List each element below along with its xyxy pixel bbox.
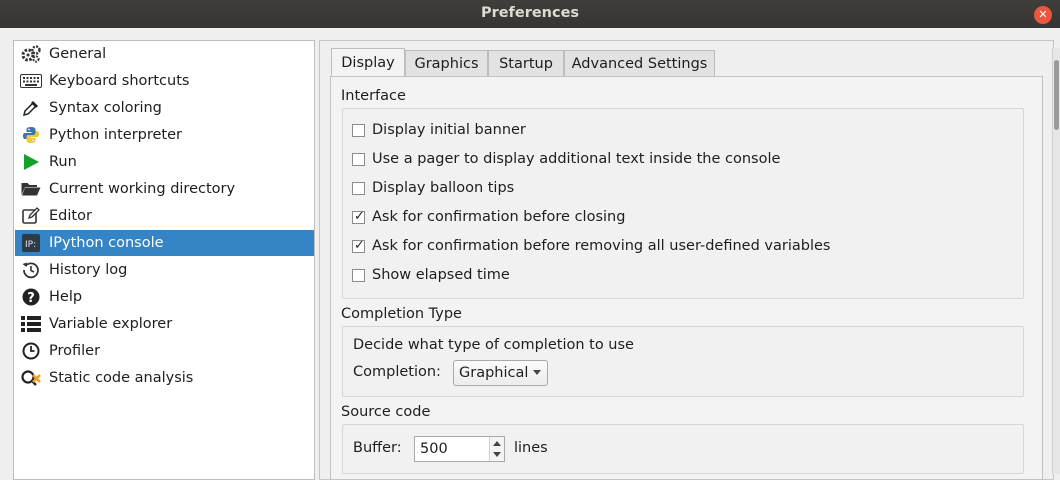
sidebar-item-label: Run — [49, 154, 77, 170]
spin-up-icon[interactable] — [493, 441, 501, 446]
sidebar-item-python-interpreter[interactable]: Python interpreter — [15, 122, 314, 148]
spin-buttons[interactable] — [489, 437, 504, 461]
checkbox[interactable] — [352, 123, 365, 137]
checkbox-label: Display initial banner — [372, 122, 526, 138]
sidebar-item-keyboard-shortcuts[interactable]: Keyboard shortcuts — [15, 68, 314, 94]
option-show-elapsed-time[interactable]: Show elapsed time — [352, 264, 510, 286]
buffer-value: 500 — [420, 441, 448, 457]
completion-type-select[interactable]: Graphical — [453, 360, 548, 386]
sidebar-item-run[interactable]: Run — [15, 149, 314, 175]
buffer-spinbox[interactable]: 500 — [414, 436, 505, 462]
chevron-down-icon — [533, 370, 541, 375]
checkbox-label: Ask for confirmation before removing all… — [372, 238, 831, 254]
sidebar-item-static-code-analysis[interactable]: Static code analysis — [15, 365, 314, 391]
option-display-initial-banner[interactable]: Display initial banner — [352, 119, 526, 141]
completion-label: Completion: — [353, 364, 441, 380]
spin-down-icon[interactable] — [493, 452, 501, 457]
checkbox-label: Use a pager to display additional text i… — [372, 151, 781, 167]
preferences-sidebar: General Keyboard shortcuts Syntax colori… — [13, 40, 315, 480]
keyboard-icon — [20, 71, 42, 91]
checkbox-label: Display balloon tips — [372, 180, 515, 196]
checkbox-label: Show elapsed time — [372, 267, 510, 283]
buffer-label: Buffer: — [353, 440, 402, 456]
sidebar-item-general[interactable]: General — [15, 41, 314, 67]
sidebar-item-editor[interactable]: Editor — [15, 203, 314, 229]
edit-icon — [20, 206, 42, 226]
sidebar-item-label: Editor — [49, 208, 92, 224]
checkbox[interactable] — [352, 152, 365, 166]
svg-text:?: ? — [27, 291, 35, 306]
sidebar-item-label: History log — [49, 262, 128, 278]
close-icon: ✕ — [1038, 8, 1048, 21]
checkbox[interactable] — [352, 181, 365, 195]
checkmark-icon: ✓ — [354, 208, 365, 224]
tab-startup[interactable]: Startup — [488, 50, 564, 76]
tab-display[interactable]: Display — [331, 48, 405, 77]
option-confirm-remove-variables[interactable]: ✓ Ask for confirmation before removing a… — [352, 235, 830, 257]
sidebar-item-label: Keyboard shortcuts — [49, 73, 190, 89]
source-code-section-title: Source code — [341, 404, 431, 420]
checkbox[interactable]: ✓ — [352, 237, 365, 253]
checkbox-label: Ask for confirmation before closing — [372, 209, 626, 225]
sidebar-item-profiler[interactable]: Profiler — [15, 338, 314, 364]
svg-text:IP:: IP: — [25, 240, 36, 250]
clock-icon — [20, 341, 42, 361]
ipython-icon: IP: — [20, 233, 42, 253]
option-balloon-tips[interactable]: Display balloon tips — [352, 177, 514, 199]
history-icon — [20, 260, 42, 280]
play-icon — [20, 152, 42, 172]
tab-advanced-settings[interactable]: Advanced Settings — [564, 50, 715, 76]
completion-section-title: Completion Type — [341, 306, 462, 322]
sidebar-item-label: Help — [49, 289, 83, 305]
interface-section-title: Interface — [341, 88, 406, 104]
sidebar-item-help[interactable]: ? Help — [15, 284, 314, 310]
sidebar-item-label: Static code analysis — [49, 370, 194, 386]
sidebar-item-label: Current working directory — [49, 181, 236, 197]
eyedropper-icon — [20, 98, 42, 118]
tab-label: Display — [341, 55, 395, 71]
sidebar-item-ipython-console[interactable]: IP: IPython console — [15, 230, 314, 256]
tab-label: Advanced Settings — [571, 55, 708, 72]
sidebar-item-label: Syntax coloring — [49, 100, 162, 116]
sidebar-item-label: Variable explorer — [49, 316, 173, 332]
sidebar-item-history-log[interactable]: History log — [15, 257, 314, 283]
python-icon — [20, 125, 42, 145]
sidebar-item-label: Python interpreter — [49, 127, 182, 143]
gears-icon — [20, 44, 42, 64]
checkbox[interactable] — [352, 268, 365, 282]
option-use-pager[interactable]: Use a pager to display additional text i… — [352, 148, 780, 170]
sidebar-item-current-working-directory[interactable]: Current working directory — [15, 176, 314, 202]
title-bar: Preferences ✕ — [0, 0, 1060, 28]
option-confirm-closing[interactable]: ✓ Ask for confirmation before closing — [352, 206, 625, 228]
sidebar-item-syntax-coloring[interactable]: Syntax coloring — [15, 95, 314, 121]
tab-graphics[interactable]: Graphics — [405, 50, 488, 76]
close-button[interactable]: ✕ — [1034, 6, 1052, 24]
sidebar-item-label: IPython console — [49, 235, 164, 251]
window-title: Preferences — [480, 5, 580, 21]
help-icon: ? — [20, 287, 42, 307]
code-analysis-icon — [20, 368, 42, 388]
list-icon — [20, 314, 42, 334]
checkmark-icon: ✓ — [354, 237, 365, 253]
tab-label: Graphics — [414, 55, 479, 72]
sidebar-item-label: General — [49, 46, 107, 62]
sidebar-item-variable-explorer[interactable]: Variable explorer — [15, 311, 314, 337]
completion-description: Decide what type of completion to use — [353, 337, 634, 353]
scrollbar-thumb[interactable] — [1054, 60, 1059, 130]
checkbox[interactable]: ✓ — [352, 208, 365, 224]
buffer-unit: lines — [514, 440, 548, 456]
completion-type-value: Graphical — [459, 365, 529, 381]
folder-open-icon — [20, 179, 42, 199]
tab-label: Startup — [499, 55, 553, 72]
sidebar-item-label: Profiler — [49, 343, 101, 359]
